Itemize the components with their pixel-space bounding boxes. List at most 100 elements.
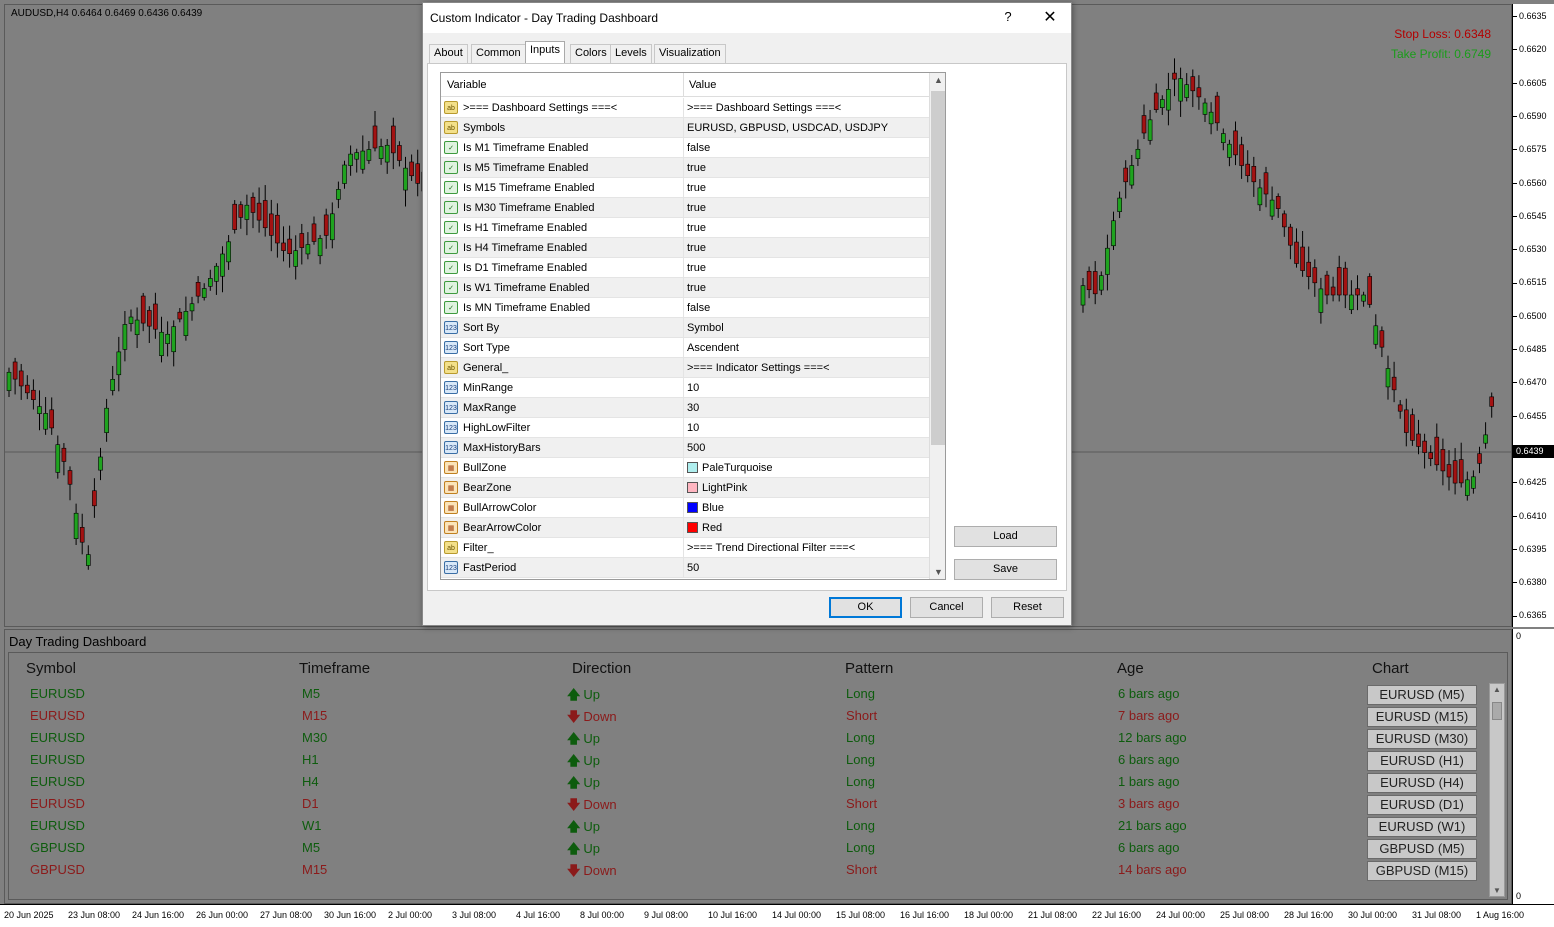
input-value[interactable]: >=== Dashboard Settings ===< [687,102,841,114]
input-row[interactable]: 123 MaxRange 30 [441,398,929,418]
input-value[interactable]: true [687,162,706,174]
input-row[interactable]: 123 Sort Type Ascendent [441,338,929,358]
scroll-down-icon[interactable]: ▼ [1493,886,1501,895]
input-value[interactable]: 500 [687,442,705,454]
scroll-down-icon[interactable]: ▼ [934,567,943,577]
open-chart-button[interactable]: EURUSD (M5) [1367,685,1477,705]
candle [24,375,30,400]
grid-scrollbar[interactable]: ▲ ▼ [929,73,945,579]
tab-levels[interactable]: Levels [610,44,652,63]
input-row[interactable]: 123 MaxHistoryBars 500 [441,438,929,458]
input-value[interactable]: true [687,282,706,294]
input-value[interactable]: EURUSD, GBPUSD, USDCAD, USDJPY [687,122,888,134]
tab-visualization[interactable]: Visualization [654,44,726,63]
tab-common[interactable]: Common [471,44,526,63]
input-row[interactable]: ab Filter_ >=== Trend Directional Filter =… [441,538,929,558]
input-value-text: Symbol [687,322,724,334]
candle [348,145,353,176]
input-row[interactable]: ✓ Is M15 Timeframe Enabled true [441,178,929,198]
open-chart-button[interactable]: GBPUSD (M5) [1367,839,1477,859]
input-value[interactable]: 10 [687,422,699,434]
candle [1312,259,1318,297]
candle [1465,471,1470,501]
open-chart-button[interactable]: EURUSD (W1) [1367,817,1477,837]
input-value[interactable]: 30 [687,402,699,414]
scroll-up-icon[interactable]: ▲ [934,75,943,85]
time-tick: 31 Jul 08:00 [1412,910,1462,920]
input-value[interactable]: true [687,242,706,254]
input-value[interactable]: true [687,262,706,274]
input-value[interactable]: true [687,222,706,234]
input-row[interactable]: ✓ Is H1 Timeframe Enabled true [441,218,929,238]
input-row[interactable]: ▦ BearZone LightPink [441,478,929,498]
input-row[interactable]: ▦ BearArrowColor Red [441,518,929,538]
input-row[interactable]: ✓ Is W1 Timeframe Enabled true [441,278,929,298]
input-value[interactable]: Red [687,522,722,534]
open-chart-button[interactable]: EURUSD (D1) [1367,795,1477,815]
time-tick: 25 Jul 08:00 [1220,910,1270,920]
time-axis[interactable]: 20 Jun 2025 23 Jun 08:00 24 Jun 16:00 26 Ju… [0,904,1554,927]
boolean-type-icon: ✓ [444,141,458,154]
candle [317,234,323,265]
input-row[interactable]: ▦ BullZone PaleTurquoise [441,458,929,478]
tab-inputs[interactable]: Inputs [525,41,565,63]
open-chart-button[interactable]: EURUSD (M15) [1367,707,1477,727]
input-row[interactable]: ✓ Is M1 Timeframe Enabled false [441,138,929,158]
input-row[interactable]: 123 FastPeriod 50 [441,558,929,578]
input-value[interactable]: 10 [687,382,699,394]
input-value[interactable]: 50 [687,562,699,574]
header-chart: Chart [1372,660,1409,677]
input-value[interactable]: Symbol [687,322,724,334]
save-button[interactable]: Save [954,559,1057,580]
scrollbar-thumb[interactable] [1492,702,1502,720]
scrollbar-thumb[interactable] [931,91,945,445]
candle [1379,326,1385,358]
load-button[interactable]: Load [954,526,1057,547]
open-chart-button[interactable]: GBPUSD (M15) [1367,861,1477,881]
dialog-title: Custom Indicator - Day Trading Dashboard [430,11,659,25]
input-row[interactable]: 123 MinRange 10 [441,378,929,398]
input-value[interactable]: LightPink [687,482,747,494]
input-row[interactable]: ✓ Is D1 Timeframe Enabled true [441,258,929,278]
open-chart-button[interactable]: EURUSD (H1) [1367,751,1477,771]
input-row[interactable]: ab Symbols EURUSD, GBPUSD, USDCAD, USDJPY [441,118,929,138]
dashboard-scrollbar[interactable]: ▲ ▼ [1489,683,1505,897]
cancel-button[interactable]: Cancel [910,597,983,618]
input-row[interactable]: ab >=== Dashboard Settings ===< >=== Dashb… [441,98,929,118]
price-axis[interactable]: 0.6635 0.6620 0.6605 0.6590 0.6575 0.6560 0.65… [1512,4,1554,627]
close-icon[interactable]: ✕ [1041,7,1059,27]
input-row[interactable]: ✓ Is H4 Timeframe Enabled true [441,238,929,258]
tab-about[interactable]: About [429,44,468,63]
input-value[interactable]: >=== Indicator Settings ===< [687,362,830,374]
scroll-up-icon[interactable]: ▲ [1493,685,1501,694]
open-chart-button[interactable]: EURUSD (M30) [1367,729,1477,749]
input-value[interactable]: false [687,142,710,154]
input-row[interactable]: ▦ BullArrowColor Blue [441,498,929,518]
row-direction-label: Up [583,753,600,768]
input-value[interactable]: false [687,302,710,314]
candle [1404,398,1409,447]
dialog-titlebar[interactable]: Custom Indicator - Day Trading Dashboard… [423,3,1071,33]
input-value[interactable]: true [687,182,706,194]
input-row[interactable]: ✓ Is M5 Timeframe Enabled true [441,158,929,178]
input-value-text: true [687,162,706,174]
input-value[interactable]: Ascendent [687,342,739,354]
input-value[interactable]: Blue [687,502,724,514]
help-icon[interactable]: ? [1001,9,1015,24]
input-value-text: 500 [687,442,706,454]
input-row[interactable]: 123 HighLowFilter 10 [441,418,929,438]
input-row[interactable]: ab General_ >=== Indicator Settings ===< [441,358,929,378]
input-row[interactable]: ✓ Is M30 Timeframe Enabled true [441,198,929,218]
row-direction-label: Down [583,797,617,812]
input-row[interactable]: 123 Sort By Symbol [441,318,929,338]
open-chart-button[interactable]: EURUSD (H4) [1367,773,1477,793]
inputs-tab-panel: Variable Value ab >=== Dashboard Settings… [427,63,1067,591]
ok-button[interactable]: OK [829,597,902,618]
input-value[interactable]: >=== Trend Directional Filter ===< [687,542,855,554]
reset-button[interactable]: Reset [991,597,1064,618]
arrow-down-icon: 🡇 [567,798,581,813]
input-value[interactable]: PaleTurquoise [687,462,773,474]
tab-colors[interactable]: Colors [570,44,612,63]
input-row[interactable]: ✓ Is MN Timeframe Enabled false [441,298,929,318]
input-value[interactable]: true [687,202,706,214]
